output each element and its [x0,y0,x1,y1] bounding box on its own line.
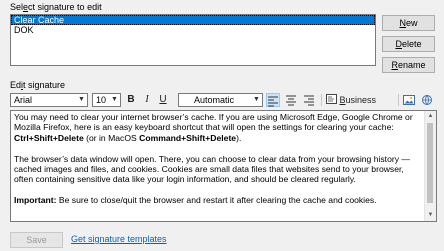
scroll-up-icon[interactable]: ▲ [425,111,436,122]
get-signature-templates-link[interactable]: Get signature templates [71,234,167,244]
signature-editor[interactable]: You may need to clear your internet brow… [10,110,437,222]
save-button[interactable]: Save [10,232,63,248]
align-right-icon [304,95,314,106]
font-size-select[interactable]: 10 ▼ [92,93,121,107]
business-card-icon [326,94,337,104]
align-center-icon [286,95,296,106]
font-color-select[interactable]: Automatic ▼ [178,93,263,107]
signature-body[interactable]: You may need to clear your internet brow… [14,112,424,216]
align-left-button[interactable] [266,93,280,107]
business-card-button[interactable]: Business Card [326,93,396,119]
select-signature-label: Select signature to edit [10,2,102,12]
chevron-down-icon: ▼ [253,96,260,103]
underline-button[interactable]: U [157,93,169,107]
toolbar-separator [398,94,399,106]
italic-button[interactable]: I [141,93,153,107]
hyperlink-icon [422,95,432,105]
body-paragraph-3: Important: Be sure to close/quit the bro… [14,195,377,206]
delete-button[interactable]: Delete [382,36,435,52]
font-select[interactable]: Arial ▼ [10,93,88,107]
scroll-down-icon[interactable]: ▼ [425,210,436,221]
scroll-thumb[interactable] [427,123,433,203]
bold-button[interactable]: B [125,93,137,107]
align-center-button[interactable] [284,93,298,107]
body-paragraph-1: You may need to clear your internet brow… [14,112,413,143]
new-button[interactable]: New [382,15,435,31]
edit-signature-label: Edit signature [10,80,66,90]
rename-button[interactable]: Rename [382,57,435,73]
body-paragraph-2: The browser’s data window will open. The… [14,153,410,185]
chevron-down-icon: ▼ [111,96,118,103]
signature-item-dok[interactable]: DOK [11,25,375,35]
toolbar-separator [321,94,322,106]
signature-list[interactable]: Clear Cache DOK [10,14,376,66]
insert-hyperlink-button[interactable] [420,93,434,107]
insert-picture-button[interactable] [402,93,416,107]
editor-scrollbar[interactable]: ▲ ▼ [424,111,436,221]
picture-icon [403,95,415,105]
signature-item-clear-cache[interactable]: Clear Cache [11,15,375,25]
align-right-button[interactable] [302,93,316,107]
align-left-icon [268,96,278,107]
chevron-down-icon: ▼ [78,96,85,103]
